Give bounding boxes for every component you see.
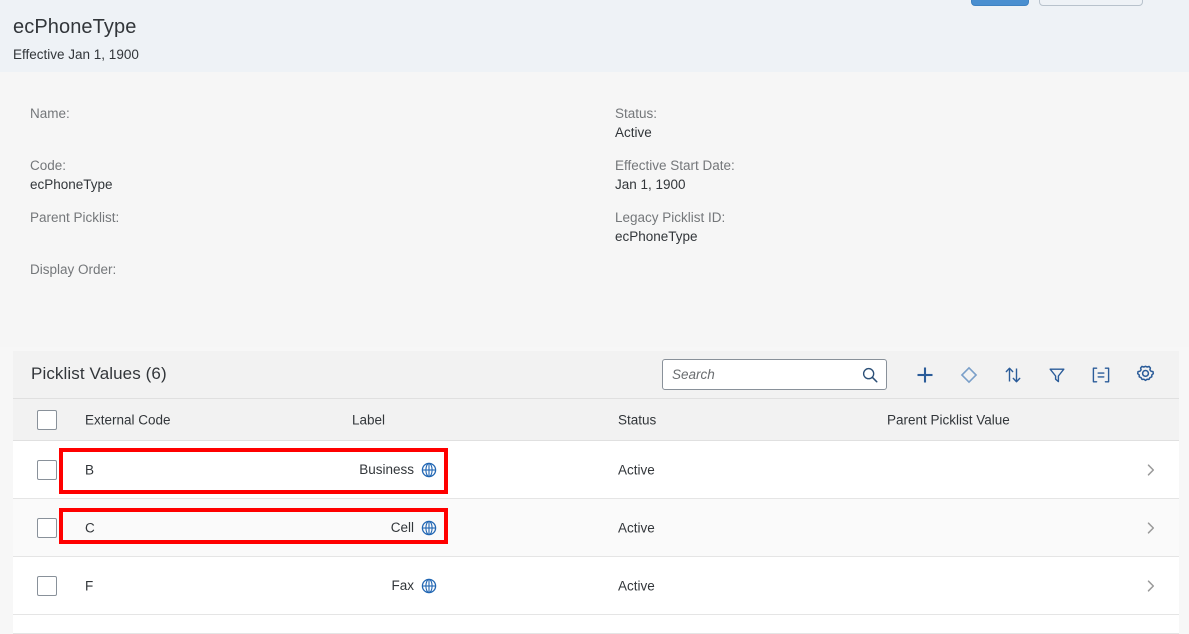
row-checkbox-wrapper[interactable] — [37, 518, 57, 538]
add-button[interactable] — [903, 355, 947, 395]
diamond-icon — [959, 365, 979, 385]
search-input[interactable] — [663, 360, 886, 389]
object-page-header: ecPhoneType Effective Jan 1, 1900 — [0, 0, 1189, 72]
field-code: Code: ecPhoneType — [30, 157, 113, 195]
globe-icon[interactable] — [421, 578, 437, 594]
cell-status: Active — [618, 578, 655, 593]
column-header-external-code[interactable]: External Code — [85, 412, 171, 427]
table-row[interactable]: B Business Active — [13, 441, 1179, 499]
field-name-value — [30, 123, 70, 143]
table-toolbar: Picklist Values (6) — [13, 351, 1179, 399]
field-effective-start-date: Effective Start Date: Jan 1, 1900 — [615, 157, 735, 195]
primary-action-button[interactable] — [971, 0, 1029, 6]
sort-button[interactable] — [991, 355, 1035, 395]
field-status: Status: Active — [615, 105, 657, 143]
cell-label: Cell — [313, 520, 437, 536]
settings-gear-icon — [1135, 364, 1156, 385]
field-legacy-picklist-id: Legacy Picklist ID: ecPhoneType — [615, 209, 725, 247]
picklist-values-panel: Picklist Values (6) — [13, 351, 1179, 634]
field-name-label: Name: — [30, 105, 70, 123]
table-row[interactable]: F Fax Active — [13, 557, 1179, 615]
field-display-order-label: Display Order: — [30, 261, 116, 279]
field-status-value: Active — [615, 123, 657, 143]
table-header-row: External Code Label Status Parent Pickli… — [13, 399, 1179, 441]
cell-label: Business — [313, 462, 437, 478]
page-title: ecPhoneType — [13, 16, 136, 39]
change-picklist-button[interactable] — [947, 355, 991, 395]
select-all-checkbox[interactable] — [37, 410, 57, 430]
row-checkbox[interactable] — [37, 460, 57, 480]
cell-status: Active — [618, 520, 655, 535]
field-parent-picklist-value — [30, 227, 119, 247]
group-icon — [1090, 365, 1112, 385]
add-icon — [915, 365, 935, 385]
field-effective-start-date-label: Effective Start Date: — [615, 157, 735, 175]
row-checkbox[interactable] — [37, 518, 57, 538]
page-subtitle: Effective Jan 1, 1900 — [13, 47, 139, 62]
secondary-action-button[interactable] — [1039, 0, 1143, 6]
row-checkbox[interactable] — [37, 576, 57, 596]
field-status-label: Status: — [615, 105, 657, 123]
page-action-buttons — [971, 0, 1143, 6]
cell-external-code: B — [85, 462, 94, 477]
field-parent-picklist: Parent Picklist: — [30, 209, 119, 247]
cell-label-text: Fax — [391, 578, 414, 593]
toolbar-actions — [662, 351, 1167, 398]
group-button[interactable] — [1079, 355, 1123, 395]
field-display-order: Display Order: — [30, 261, 116, 299]
cell-label-text: Cell — [391, 520, 414, 535]
globe-icon[interactable] — [421, 462, 437, 478]
field-legacy-picklist-id-label: Legacy Picklist ID: — [615, 209, 725, 227]
row-navigation-chevron-icon[interactable] — [1145, 580, 1157, 592]
cell-external-code: F — [85, 578, 93, 593]
filter-icon — [1047, 365, 1067, 385]
cell-label: Fax — [313, 578, 437, 594]
column-header-parent-picklist-value[interactable]: Parent Picklist Value — [887, 412, 1010, 427]
field-code-label: Code: — [30, 157, 113, 175]
field-display-order-value — [30, 279, 116, 299]
table-title: Picklist Values (6) — [31, 364, 167, 384]
filter-button[interactable] — [1035, 355, 1079, 395]
column-header-label[interactable]: Label — [352, 412, 385, 427]
search-field[interactable] — [662, 359, 887, 390]
field-legacy-picklist-id-value: ecPhoneType — [615, 227, 725, 247]
details-section: Name: Code: ecPhoneType Parent Picklist:… — [0, 72, 1189, 347]
table-row[interactable] — [13, 615, 1179, 634]
cell-status: Active — [618, 462, 655, 477]
cell-label-text: Business — [359, 462, 414, 477]
field-name: Name: — [30, 105, 70, 143]
globe-icon[interactable] — [421, 520, 437, 536]
field-effective-start-date-value: Jan 1, 1900 — [615, 175, 735, 195]
row-navigation-chevron-icon[interactable] — [1145, 522, 1157, 534]
table-row[interactable]: C Cell Active — [13, 499, 1179, 557]
sort-icon — [1003, 365, 1023, 385]
column-header-status[interactable]: Status — [618, 412, 656, 427]
picklist-detail-page: ecPhoneType Effective Jan 1, 1900 Name: … — [0, 0, 1189, 630]
row-navigation-chevron-icon[interactable] — [1145, 464, 1157, 476]
field-code-value: ecPhoneType — [30, 175, 113, 195]
field-parent-picklist-label: Parent Picklist: — [30, 209, 119, 227]
row-checkbox-wrapper[interactable] — [37, 576, 57, 596]
select-all-checkbox-wrapper[interactable] — [37, 410, 57, 430]
row-checkbox-wrapper[interactable] — [37, 460, 57, 480]
settings-button[interactable] — [1123, 355, 1167, 395]
cell-external-code: C — [85, 520, 95, 535]
